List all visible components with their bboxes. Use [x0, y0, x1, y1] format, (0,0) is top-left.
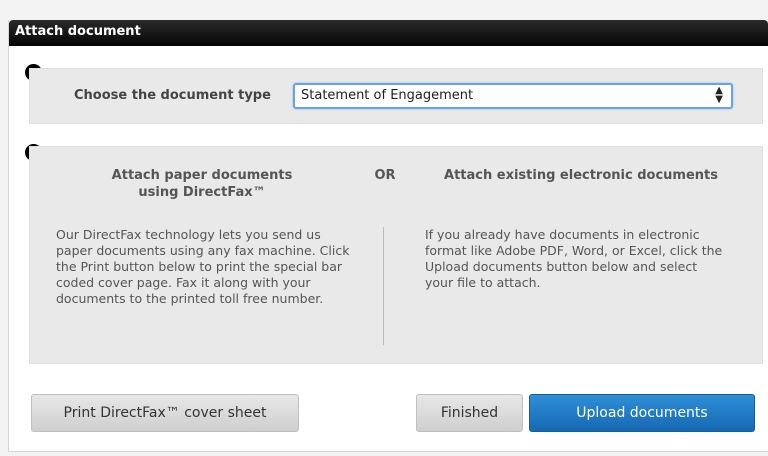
document-type-label: Choose the document type [74, 88, 271, 103]
finished-button[interactable]: Finished [416, 394, 523, 432]
paper-documents-heading: Attach paper documents using DirectFax™ [111, 168, 293, 200]
attach-document-dialog: Attach document 1 Choose the document ty… [8, 20, 768, 452]
electronic-documents-heading: Attach existing electronic documents [444, 168, 718, 183]
or-separator: OR [374, 168, 396, 183]
document-type-select[interactable]: Statement of Engagement ▲ ▼ [293, 83, 733, 109]
upload-documents-button[interactable]: Upload documents [529, 394, 755, 432]
print-cover-sheet-button[interactable]: Print DirectFax™ cover sheet [31, 394, 299, 432]
column-divider [383, 227, 384, 345]
document-type-value: Statement of Engagement [301, 88, 474, 103]
updown-arrows-icon: ▲ ▼ [715, 85, 723, 105]
document-type-panel: Choose the document type Statement of En… [29, 68, 763, 124]
dialog-title: Attach document [9, 20, 768, 46]
paper-documents-description: Our DirectFax technology lets you send u… [56, 227, 350, 306]
attach-options-panel: Attach paper documents using DirectFax™ … [29, 146, 763, 364]
electronic-documents-description: If you already have documents in electro… [425, 227, 723, 290]
